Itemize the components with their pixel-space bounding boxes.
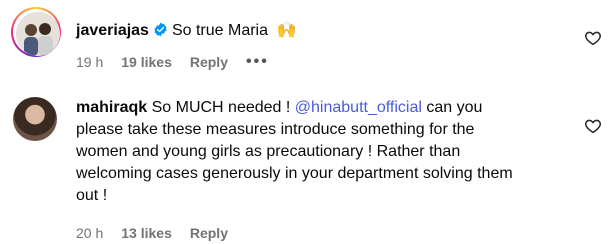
comment-username[interactable]: mahiraqk bbox=[76, 99, 147, 116]
reply-button[interactable]: Reply bbox=[190, 225, 228, 241]
heart-outline-icon[interactable] bbox=[584, 117, 602, 135]
comment-likes[interactable]: 13 likes bbox=[121, 225, 172, 241]
comment-text-line: women and young girls as precautionary !… bbox=[76, 143, 461, 160]
comment-meta: 20 h 13 likes Reply bbox=[76, 225, 246, 241]
avatar[interactable] bbox=[13, 97, 57, 141]
mention-link[interactable]: @hinabutt_official bbox=[295, 99, 422, 116]
comment-body: mahiraqk So MUCH needed ! @hinabutt_offi… bbox=[76, 97, 596, 207]
comment-time[interactable]: 20 h bbox=[76, 225, 103, 241]
comment-text: So MUCH needed ! bbox=[151, 99, 295, 116]
comment-text-line: welcoming cases generously in your depar… bbox=[76, 165, 513, 182]
comment-text: can you bbox=[421, 99, 483, 116]
comment-2: mahiraqk So MUCH needed ! @hinabutt_offi… bbox=[0, 0, 616, 244]
comment-text-line: out ! bbox=[76, 187, 108, 204]
comment-text-line: please take these measures introduce som… bbox=[76, 121, 475, 138]
